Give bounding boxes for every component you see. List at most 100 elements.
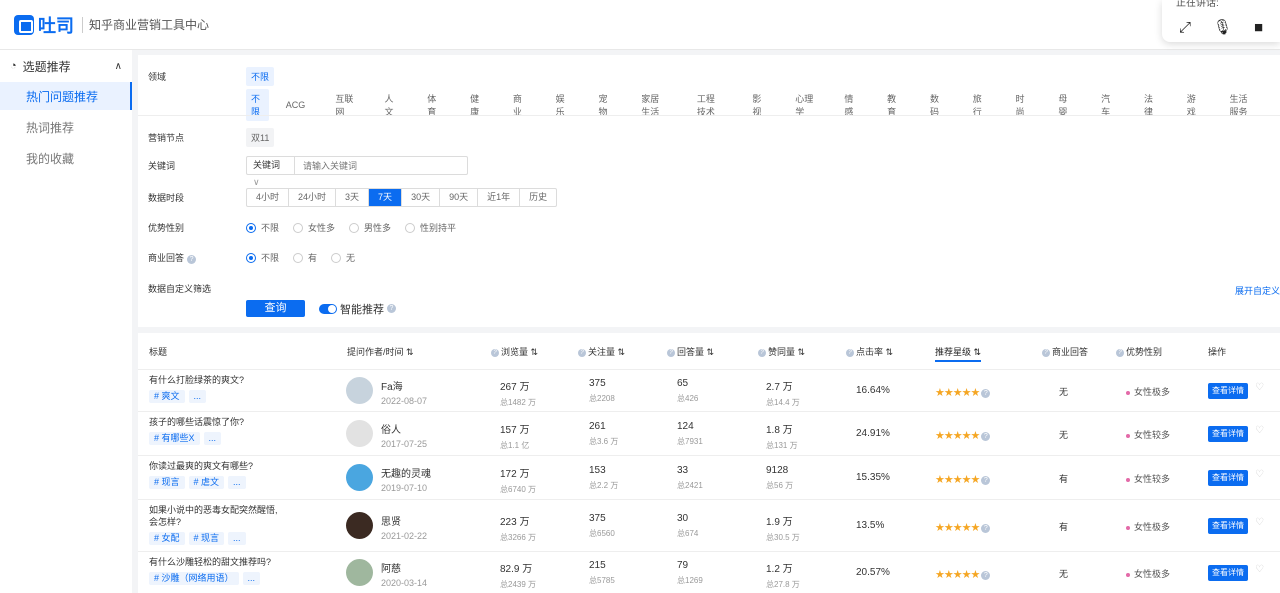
view-detail-button[interactable]: 查看详情 xyxy=(1208,565,1248,581)
view-detail-button[interactable]: 查看详情 xyxy=(1208,518,1248,534)
topic-tag[interactable]: # 现言 xyxy=(149,476,185,489)
header-views[interactable]: ? 浏览量 ⇅ xyxy=(491,345,538,358)
domain-option[interactable]: 家居生活 xyxy=(636,89,672,121)
favorite-icon[interactable]: ♡ xyxy=(1255,425,1264,436)
domain-option[interactable]: 旅行 xyxy=(968,89,991,121)
keyword-input[interactable] xyxy=(295,160,467,171)
more-tags-button[interactable]: ... xyxy=(228,476,246,489)
header-answers[interactable]: ? 回答量 ⇅ xyxy=(667,345,714,358)
domain-option[interactable]: 互联网 xyxy=(330,89,359,121)
domain-option[interactable]: 情感 xyxy=(839,89,862,121)
period-option[interactable]: 4小时 xyxy=(247,189,288,206)
domain-option[interactable]: 商业 xyxy=(508,89,531,121)
favorite-icon[interactable]: ♡ xyxy=(1255,382,1264,393)
header-ctr[interactable]: ? 点击率 ⇅ xyxy=(846,345,893,358)
favorite-icon[interactable]: ♡ xyxy=(1255,517,1264,528)
domain-option[interactable]: 体育 xyxy=(422,89,445,121)
radio-option[interactable]: 不限 xyxy=(246,251,279,264)
help-icon[interactable]: ? xyxy=(981,388,991,398)
question-title[interactable]: 你读过最爽的爽文有哪些? xyxy=(149,460,253,472)
question-title-cont[interactable]: 会怎样? xyxy=(149,516,278,528)
radio-option[interactable]: 有 xyxy=(293,251,317,264)
topic-tag[interactable]: # 现言 xyxy=(188,532,225,545)
help-icon[interactable]: ? xyxy=(981,570,991,580)
question-title[interactable]: 有什么沙雕轻松的甜文推荐吗? xyxy=(149,556,271,568)
view-detail-button[interactable]: 查看详情 xyxy=(1208,470,1248,486)
favorite-icon[interactable]: ♡ xyxy=(1255,469,1264,480)
radio-option[interactable]: 男性多 xyxy=(349,221,391,234)
sidebar-item-hot-words[interactable]: 热词推荐 xyxy=(0,113,132,141)
topic-tag[interactable]: # 沙雕（网络用语） xyxy=(149,572,239,585)
domain-option[interactable]: 汽车 xyxy=(1096,89,1119,121)
domain-selected[interactable]: 不限 xyxy=(246,67,275,86)
camera-icon[interactable]: ■ xyxy=(1254,19,1263,36)
domain-option[interactable]: 教育 xyxy=(882,89,905,121)
radio-option[interactable]: 性别持平 xyxy=(405,221,456,234)
domain-option[interactable]: 游戏 xyxy=(1182,89,1205,121)
author-name[interactable]: 阿慈 xyxy=(381,560,427,575)
header-likes[interactable]: ? 赞同量 ⇅ xyxy=(758,345,805,358)
domain-option[interactable]: 时尚 xyxy=(1011,89,1034,121)
period-option[interactable]: 24小时 xyxy=(288,189,335,206)
help-icon[interactable]: ? xyxy=(387,304,396,313)
radio-option[interactable]: 无 xyxy=(331,251,355,264)
question-title[interactable]: 如果小说中的恶毒女配突然醒悟, xyxy=(149,504,278,516)
domain-option[interactable]: 数码 xyxy=(925,89,948,121)
sidebar-section-topic[interactable]: ◔ 选题推荐 ∧ xyxy=(0,50,132,82)
domain-option[interactable]: 影视 xyxy=(747,89,770,121)
domain-option[interactable]: 工程技术 xyxy=(692,89,728,121)
author-name[interactable]: 思贤 xyxy=(381,513,427,528)
header-follows-label: 关注量 ⇅ xyxy=(588,347,626,357)
more-tags-button[interactable]: ... xyxy=(242,572,261,585)
period-option[interactable]: 30天 xyxy=(401,189,439,206)
help-icon[interactable]: ? xyxy=(981,523,991,533)
topic-tag[interactable]: # 女配 xyxy=(149,532,185,545)
view-detail-button[interactable]: 查看详情 xyxy=(1208,383,1248,399)
author-name[interactable]: Fa海 xyxy=(381,378,427,393)
smart-recommend-toggle[interactable] xyxy=(319,303,337,314)
topic-tag[interactable]: # 有哪些X xyxy=(149,432,200,445)
domain-option[interactable]: 法律 xyxy=(1139,89,1162,121)
domain-option[interactable]: 母婴 xyxy=(1053,89,1076,121)
domain-option[interactable]: 生活服务 xyxy=(1225,89,1261,121)
node-chip[interactable]: 双11 xyxy=(246,128,275,147)
period-option[interactable]: 90天 xyxy=(439,189,477,206)
expand-icon[interactable]: ⤢ xyxy=(1179,19,1191,36)
keyword-type-select[interactable]: 关键词 ∨ xyxy=(247,157,295,187)
topic-tag[interactable]: # 虐文 xyxy=(188,476,225,489)
favorite-icon[interactable]: ♡ xyxy=(1255,564,1264,575)
author-name[interactable]: 俗人 xyxy=(381,421,427,436)
period-option[interactable]: 近1年 xyxy=(477,189,519,206)
more-tags-button[interactable]: ... xyxy=(203,432,222,445)
domain-option[interactable]: 心理学 xyxy=(790,89,819,121)
domain-option[interactable]: 娱乐 xyxy=(551,89,574,121)
header-stars[interactable]: 推荐星级 ⇅ xyxy=(935,345,982,362)
expand-custom-link[interactable]: 展开自定义 xyxy=(1235,284,1280,297)
header-follows[interactable]: ? 关注量 ⇅ xyxy=(578,345,625,358)
help-icon[interactable]: ? xyxy=(981,431,991,441)
period-option[interactable]: 3天 xyxy=(335,189,368,206)
more-tags-button[interactable]: ... xyxy=(188,390,207,403)
view-detail-button[interactable]: 查看详情 xyxy=(1208,426,1248,442)
sidebar-item-hot-questions[interactable]: 热门问题推荐 xyxy=(0,82,132,110)
author-name[interactable]: 无趣的灵魂 xyxy=(381,465,431,480)
period-option[interactable]: 7天 xyxy=(368,189,402,206)
radio-option[interactable]: 不限 xyxy=(246,221,279,234)
domain-option[interactable]: 健康 xyxy=(465,89,488,121)
domain-option[interactable]: ACG xyxy=(281,97,311,113)
period-option[interactable]: 历史 xyxy=(519,189,556,206)
question-title[interactable]: 有什么打脸绿茶的爽文? xyxy=(149,374,244,386)
help-icon[interactable]: ? xyxy=(187,255,197,264)
domain-option[interactable]: 人文 xyxy=(379,89,402,121)
microphone-icon[interactable]: 🎙 xyxy=(1213,18,1232,36)
query-button[interactable]: 查询 xyxy=(246,300,305,317)
radio-option[interactable]: 女性多 xyxy=(293,221,335,234)
header-author[interactable]: 提问作者/时间 ⇅ xyxy=(347,345,414,358)
domain-option[interactable]: 宠物 xyxy=(593,89,616,121)
topic-tag[interactable]: # 爽文 xyxy=(149,390,185,403)
question-title[interactable]: 孩子的哪些话震惊了你? xyxy=(149,416,244,428)
sidebar-item-favorites[interactable]: 我的收藏 xyxy=(0,144,132,172)
more-tags-button[interactable]: ... xyxy=(228,532,246,545)
domain-option[interactable]: 不限 xyxy=(246,89,269,121)
help-icon[interactable]: ? xyxy=(981,475,991,485)
